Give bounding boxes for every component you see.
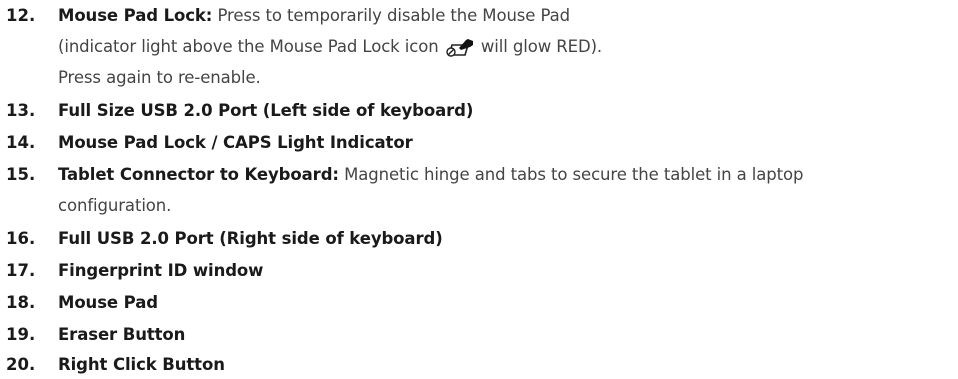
item-number: 15. — [6, 165, 36, 184]
item-line: (indicator light above the Mouse Pad Loc… — [58, 37, 602, 57]
item-number: 12. — [6, 6, 36, 25]
item-title: Fingerprint ID window — [58, 261, 264, 280]
item-description: will glow RED). — [480, 37, 603, 56]
item-line: Mouse Pad Lock / CAPS Light Indicator — [58, 133, 413, 153]
item-line: Right Click Button — [58, 355, 225, 375]
item-line: Full USB 2.0 Port (Right side of keyboar… — [58, 229, 443, 249]
item-line: Eraser Button — [58, 325, 185, 345]
item-description: Press again to re-enable. — [58, 68, 261, 87]
item-number: 18. — [6, 293, 36, 312]
item-number: 17. — [6, 261, 36, 280]
item-line: Full Size USB 2.0 Port (Left side of key… — [58, 101, 473, 121]
item-title: Tablet Connector to Keyboard: — [58, 165, 339, 184]
item-number: 19. — [6, 325, 36, 344]
item-title: Mouse Pad — [58, 293, 158, 312]
item-line: Press again to re-enable. — [58, 68, 261, 88]
item-description: Press to temporarily disable the Mouse P… — [217, 6, 570, 25]
item-description: configuration. — [58, 196, 172, 215]
item-line: configuration. — [58, 196, 171, 216]
item-line: Mouse Pad — [58, 293, 158, 313]
item-line: Mouse Pad Lock: Press to temporarily dis… — [58, 6, 570, 26]
item-title: Eraser Button — [58, 325, 186, 344]
item-title: Mouse Pad Lock / CAPS Light Indicator — [58, 133, 413, 152]
mouse-pad-lock-icon — [446, 37, 474, 57]
item-title: Mouse Pad Lock: — [58, 6, 213, 25]
item-title: Right Click Button — [58, 355, 225, 374]
item-title: Full Size USB 2.0 Port (Left side of key… — [58, 101, 474, 120]
item-number: 20. — [6, 355, 36, 374]
item-description: (indicator light above the Mouse Pad Loc… — [58, 37, 439, 56]
item-line: Fingerprint ID window — [58, 261, 263, 281]
item-number: 14. — [6, 133, 36, 152]
item-title: Full USB 2.0 Port (Right side of keyboar… — [58, 229, 443, 248]
item-number: 16. — [6, 229, 36, 248]
item-description: Magnetic hinge and tabs to secure the ta… — [344, 165, 804, 184]
item-number: 13. — [6, 101, 36, 120]
item-line: Tablet Connector to Keyboard: Magnetic h… — [58, 165, 804, 185]
